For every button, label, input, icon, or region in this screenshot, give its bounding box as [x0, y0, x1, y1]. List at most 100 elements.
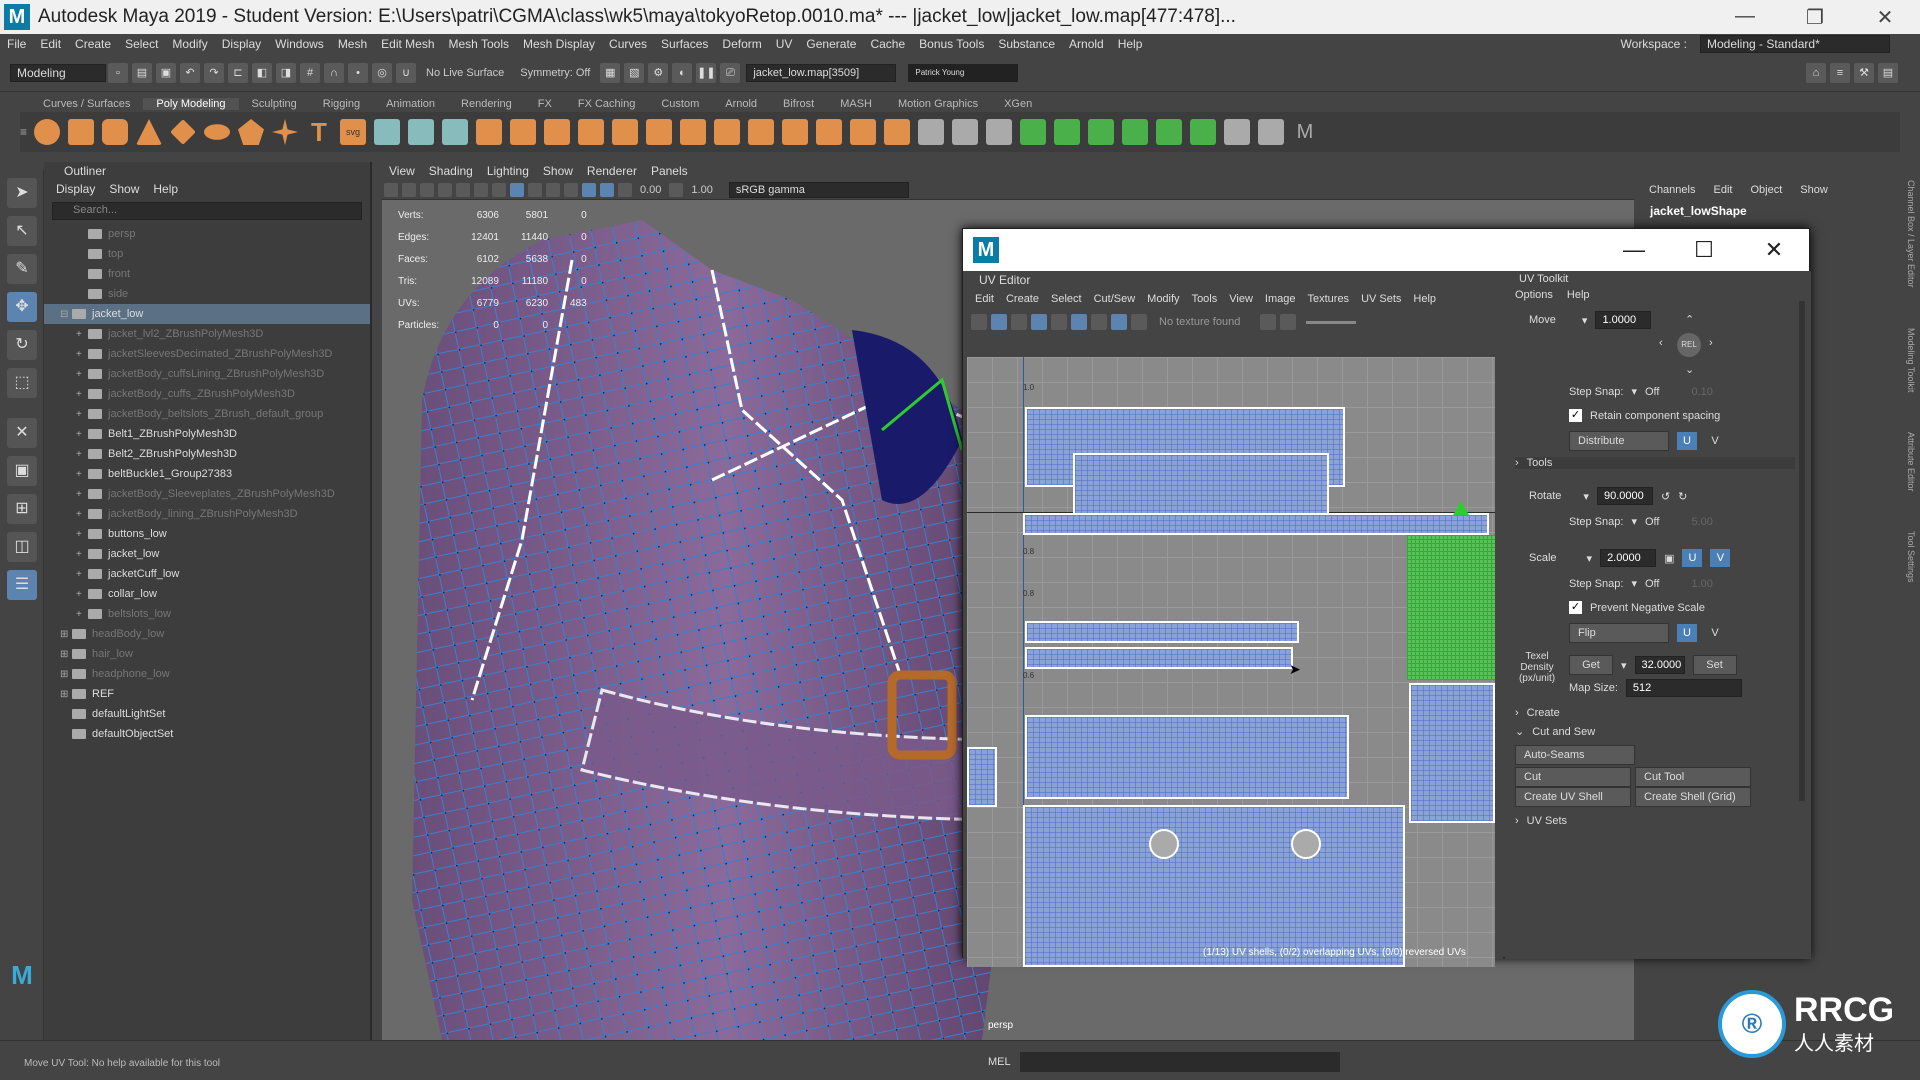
side-tab[interactable]: Modeling Toolkit [1902, 328, 1916, 392]
workspace-select[interactable]: Modeling - Standard* [1700, 35, 1890, 53]
isolate-select-icon[interactable] [582, 182, 596, 197]
minimize-icon[interactable]: — [1710, 5, 1780, 30]
expand-icon[interactable]: + [76, 509, 88, 520]
viewport-menu-item[interactable]: Lighting [480, 164, 536, 178]
fill-hole-icon[interactable] [612, 119, 638, 145]
outliner-item[interactable]: + Belt1_ZBrushPolyMesh3D [44, 424, 370, 444]
multi-cut-icon[interactable] [680, 119, 706, 145]
channel-menu-item[interactable]: Show [1791, 184, 1837, 196]
outliner-item[interactable]: front [44, 264, 370, 284]
outliner-item[interactable]: + jacketCuff_low [44, 564, 370, 584]
four-view-icon[interactable]: ⊞ [7, 494, 37, 524]
channel-object-name[interactable]: jacket_lowShape [1640, 200, 1908, 222]
viewport-menu-item[interactable]: View [382, 164, 422, 178]
side-tab[interactable]: Tool Settings [1902, 531, 1916, 583]
resolution-gate-icon[interactable] [474, 182, 488, 197]
outliner-item[interactable]: + jacketBody_Sleeveplates_ZBrushPolyMesh3… [44, 484, 370, 504]
prevent-checkbox[interactable]: ✓ [1569, 601, 1582, 614]
uv-shell-selected[interactable] [1407, 535, 1495, 680]
user-account[interactable]: Patrick Young [908, 63, 1019, 82]
expand-icon[interactable]: ⊞ [60, 649, 72, 660]
sew-uv-icon[interactable] [1258, 119, 1284, 145]
menu-item[interactable]: Select [118, 37, 165, 51]
edge-flow-icon[interactable] [952, 119, 978, 145]
select-component-icon[interactable]: ◨ [276, 62, 296, 83]
outliner-menu-item[interactable]: Display [56, 182, 95, 196]
texel-value[interactable]: 32.0000 [1634, 656, 1685, 674]
superellipse-icon[interactable] [272, 119, 298, 145]
layout-uv-icon[interactable] [1190, 119, 1216, 145]
tool-settings-icon[interactable]: ⚒ [1854, 62, 1874, 83]
uvsets-section[interactable]: UV Sets [1527, 815, 1567, 827]
save-scene-icon[interactable]: ▣ [156, 62, 176, 83]
stepsnap-num[interactable]: 5.00 [1691, 516, 1712, 528]
uv-minimize-icon[interactable]: — [1599, 237, 1669, 263]
separate-icon[interactable] [408, 119, 434, 145]
uv-slider[interactable] [1306, 320, 1357, 324]
expand-icon[interactable]: ⊞ [60, 669, 72, 680]
slide-edge-icon[interactable] [986, 119, 1012, 145]
expand-icon[interactable]: + [76, 329, 88, 340]
move-down-icon[interactable]: ⌄ [1685, 363, 1694, 376]
uv-shell[interactable] [1023, 513, 1489, 535]
svg-tool-icon[interactable]: svg [340, 119, 366, 145]
expand-icon[interactable]: ⊟ [60, 309, 72, 320]
maya-m-icon[interactable]: M [1292, 119, 1318, 145]
poly-cone-icon[interactable] [136, 119, 162, 145]
gamma-icon[interactable] [669, 182, 684, 197]
snap-curve-icon[interactable]: ∩ [324, 62, 344, 83]
outliner-item[interactable]: + jacket_low [44, 544, 370, 564]
outliner-item[interactable]: + jacketBody_lining_ZBrushPolyMesh3D [44, 504, 370, 524]
menu-item[interactable]: Windows [268, 37, 331, 51]
expand-icon[interactable]: + [76, 609, 88, 620]
select-hierarchy-icon[interactable]: ⊏ [228, 62, 248, 83]
rotate-value[interactable]: 90.0000 [1596, 487, 1653, 505]
render-settings-icon[interactable]: ⚙ [648, 62, 669, 83]
collapse-icon[interactable] [782, 119, 808, 145]
single-perspective-icon[interactable]: ▣ [7, 456, 37, 486]
spherical-map-icon[interactable] [1088, 119, 1114, 145]
stepsnap-num[interactable]: 1.00 [1691, 578, 1712, 590]
uv-menu-item[interactable]: Tools [1186, 293, 1224, 305]
move-tool-icon[interactable]: ✥ [7, 292, 37, 322]
menu-item[interactable]: Surfaces [654, 37, 715, 51]
outliner-item[interactable]: ⊞ REF [44, 684, 370, 704]
symmetry-label[interactable]: Symmetry: Off [520, 67, 590, 79]
unfold-icon[interactable] [1156, 119, 1182, 145]
create-chevron-icon[interactable]: › [1515, 707, 1519, 719]
channel-menu-item[interactable]: Channels [1640, 184, 1704, 196]
undo-icon[interactable]: ↶ [180, 62, 200, 83]
outliner-item[interactable]: + Belt2_ZBrushPolyMesh3D [44, 444, 370, 464]
smooth-icon[interactable] [442, 119, 468, 145]
uv-isolate-icon[interactable] [1071, 314, 1087, 330]
uv-menu-item[interactable]: Select [1045, 293, 1088, 305]
outliner-item[interactable]: ⊟ jacket_low [44, 304, 370, 324]
lights-icon[interactable] [546, 182, 560, 197]
uv-shell[interactable] [1025, 715, 1349, 799]
uv-shell[interactable] [1025, 647, 1293, 669]
selection-input[interactable]: jacket_low.map[3509] [746, 63, 897, 82]
uv-checker-icon[interactable] [1051, 314, 1067, 330]
scale-lock-icon[interactable]: ▣ [1664, 552, 1674, 565]
poly-sphere-icon[interactable] [34, 119, 60, 145]
outliner-item[interactable]: + beltBuckle1_Group27383 [44, 464, 370, 484]
hypershade-icon[interactable]: ◐ [672, 62, 693, 83]
rotate-cw-icon[interactable]: ↻ [1678, 490, 1687, 503]
expand-icon[interactable]: + [76, 369, 88, 380]
menu-item[interactable]: Display [215, 37, 268, 51]
xray-icon[interactable] [600, 182, 614, 197]
select-object-icon[interactable]: ◧ [252, 62, 272, 83]
menu-item[interactable]: Bonus Tools [912, 37, 991, 51]
expand-icon[interactable]: + [76, 549, 88, 560]
uv-menu-item[interactable]: Modify [1141, 293, 1185, 305]
shelf-tab[interactable]: Arnold [712, 98, 770, 110]
uv-shell[interactable] [967, 747, 997, 807]
expand-icon[interactable]: ⊞ [60, 629, 72, 640]
outliner-item[interactable]: + jacketSleevesDecimated_ZBrushPolyMesh3D [44, 344, 370, 364]
outliner-item[interactable]: persp [44, 224, 370, 244]
menu-item[interactable]: Edit [33, 37, 68, 51]
viewport-menu-item[interactable]: Panels [644, 164, 695, 178]
select-tool-icon[interactable]: ➤ [7, 178, 37, 208]
move-left-icon[interactable]: ‹ [1659, 337, 1663, 349]
uv-maximize-icon[interactable]: ☐ [1669, 237, 1739, 263]
